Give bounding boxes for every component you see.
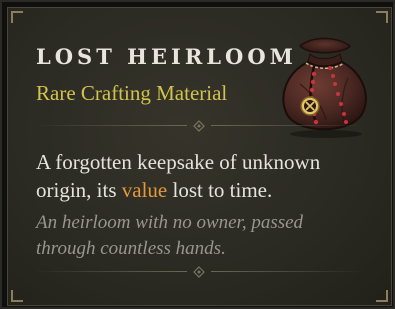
description-highlight: value <box>121 178 168 202</box>
corner-ornament <box>376 290 388 302</box>
corner-ornament <box>11 290 23 302</box>
description-text: lost to time. <box>167 178 273 202</box>
divider-ornament-icon <box>193 266 205 278</box>
flavor-text: An heirloom with no owner, passed throug… <box>36 212 304 259</box>
item-tooltip: Lost Heirloom Rare Crafting Material <box>0 0 395 309</box>
corner-ornament <box>11 11 23 23</box>
divider <box>32 120 366 132</box>
corner-ornament <box>376 11 388 23</box>
item-description: A forgotten keepsake of unknown origin, … <box>36 148 366 204</box>
divider <box>32 266 366 278</box>
item-name: Lost Heirloom <box>36 44 297 69</box>
divider-ornament-icon <box>193 120 205 132</box>
item-type: Rare Crafting Material <box>36 81 228 105</box>
